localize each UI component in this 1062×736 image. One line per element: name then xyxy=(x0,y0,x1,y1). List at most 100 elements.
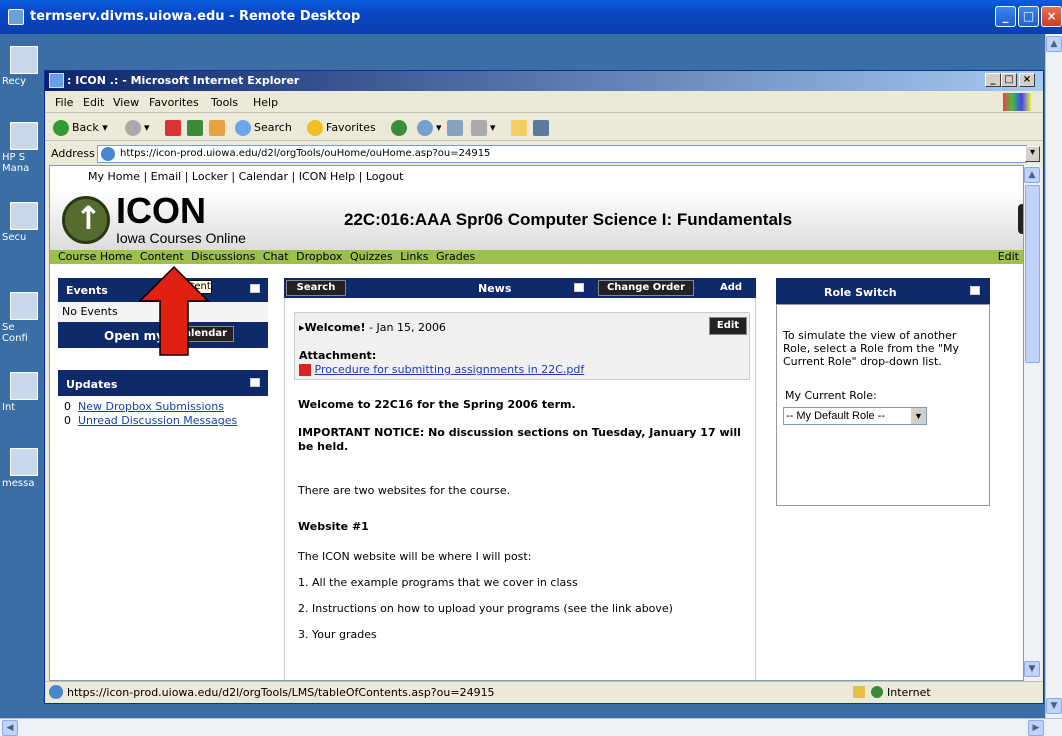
ie-minimize-button[interactable]: _ xyxy=(985,73,1001,87)
edit-button[interactable] xyxy=(511,120,530,136)
change-order-button[interactable]: Change Order xyxy=(598,280,694,296)
news-minimize-icon[interactable] xyxy=(574,283,584,292)
search-label: Search xyxy=(254,121,292,134)
desktop-icon-label: messa xyxy=(2,478,35,489)
desktop-icon-messenger[interactable]: messa xyxy=(2,448,42,489)
forward-button[interactable]: ▾ xyxy=(125,120,150,136)
course-title: 22C:016:AAA Spr06 Computer Science I: Fu… xyxy=(344,210,793,229)
news-item-date: - Jan 15, 2006 xyxy=(369,321,446,334)
messenger-icon xyxy=(533,120,549,136)
close-button[interactable]: × xyxy=(1041,6,1062,27)
ie-vertical-scrollbar[interactable]: ▲ ▼ xyxy=(1024,165,1041,681)
role-select[interactable]: -- My Default Role -- ▼ xyxy=(783,407,927,425)
maximize-button[interactable]: □ xyxy=(1018,6,1039,27)
menu-edit[interactable]: Edit xyxy=(83,96,104,109)
scroll-up-icon[interactable]: ▲ xyxy=(1024,167,1040,183)
menu-view[interactable]: View xyxy=(113,96,139,109)
menu-favorites[interactable]: Favorites xyxy=(149,96,199,109)
favorites-label: Favorites xyxy=(326,121,376,134)
remote-desktop-horizontal-scrollbar[interactable]: ◀ ▶ xyxy=(0,718,1062,736)
new-dropbox-link[interactable]: New Dropbox Submissions xyxy=(78,400,224,413)
scroll-thumb[interactable] xyxy=(1025,185,1040,363)
stop-icon xyxy=(165,120,181,136)
ie-close-button[interactable]: × xyxy=(1019,73,1035,87)
news-edit-button[interactable]: Edit xyxy=(709,317,747,335)
media-button[interactable] xyxy=(391,120,410,136)
nav-links[interactable]: Links xyxy=(400,250,428,263)
remote-desktop-titlebar[interactable]: termserv.divms.uiowa.edu - Remote Deskto… xyxy=(0,0,1062,34)
role-description: To simulate the view of another Role, se… xyxy=(783,329,960,368)
role-minimize-icon[interactable] xyxy=(970,286,980,295)
back-label: Back xyxy=(72,121,99,134)
news-p6: 1. All the example programs that we cove… xyxy=(298,576,578,589)
icon-logo-icon xyxy=(62,196,110,244)
role-label: My Current Role: xyxy=(785,389,877,402)
add-button[interactable]: Add xyxy=(720,282,742,293)
scroll-left-icon[interactable]: ◀ xyxy=(2,720,18,736)
scroll-down-icon[interactable]: ▼ xyxy=(1024,661,1040,677)
favorites-button[interactable]: Favorites xyxy=(307,120,376,136)
pdf-icon xyxy=(299,364,311,376)
scroll-up-icon[interactable]: ▲ xyxy=(1046,36,1062,52)
top-links[interactable]: My Home | Email | Locker | Calendar | IC… xyxy=(88,170,404,183)
news-p8: 3. Your grades xyxy=(298,628,377,641)
attachment-link[interactable]: Procedure for submitting assignments in … xyxy=(315,363,585,376)
news-title: News xyxy=(478,282,512,295)
events-minimize-icon[interactable] xyxy=(250,284,260,293)
search-button[interactable]: Search xyxy=(235,120,292,136)
address-dropdown-icon[interactable]: ▾ xyxy=(1025,146,1040,162)
nav-dropbox[interactable]: Dropbox xyxy=(296,250,342,263)
news-p2: IMPORTANT NOTICE: No discussion sections… xyxy=(298,426,741,453)
shortcut-icon xyxy=(10,292,38,320)
remote-desktop-vertical-scrollbar[interactable]: ▲ ▼ xyxy=(1045,34,1062,718)
home-button[interactable] xyxy=(209,120,228,136)
messenger-button[interactable] xyxy=(533,120,552,136)
stop-button[interactable] xyxy=(165,120,184,136)
desktop-icon-label: Recy xyxy=(2,76,27,87)
refresh-button[interactable] xyxy=(187,120,206,136)
address-input[interactable]: https://icon-prod.uiowa.edu/d2l/orgTools… xyxy=(97,145,1027,163)
menu-file[interactable]: File xyxy=(55,96,73,109)
back-button[interactable]: Back ▾ xyxy=(53,120,108,136)
shortcut-icon xyxy=(10,122,38,150)
nav-content[interactable]: Content xyxy=(140,250,184,263)
chevron-down-icon[interactable]: ▼ xyxy=(911,408,926,424)
news-header: Search News Change Order Add xyxy=(284,278,756,298)
logo-text: ICON xyxy=(116,190,206,231)
unread-discussion-link[interactable]: Unread Discussion Messages xyxy=(78,414,237,427)
news-item-title-line: ▸Welcome! - Jan 15, 2006 xyxy=(299,321,446,334)
scroll-down-icon[interactable]: ▼ xyxy=(1046,698,1062,714)
nav-grades[interactable]: Grades xyxy=(436,250,475,263)
desktop-icon-recycle-bin[interactable]: Recy xyxy=(2,46,42,87)
menu-help[interactable]: Help xyxy=(253,96,278,109)
ie-maximize-button[interactable]: □ xyxy=(1001,73,1017,87)
updates-minimize-icon[interactable] xyxy=(250,378,260,387)
nav-chat[interactable]: Chat xyxy=(263,250,289,263)
status-zone: Internet xyxy=(887,686,931,699)
desktop-icon-hp[interactable]: HP S Mana xyxy=(2,122,42,174)
history-button[interactable]: ▾ xyxy=(417,120,442,136)
news-search-button[interactable]: Search xyxy=(286,280,346,296)
menu-tools[interactable]: Tools xyxy=(211,96,238,109)
desktop-icon-internet[interactable]: Int xyxy=(2,372,42,413)
print-button[interactable]: ▾ xyxy=(471,120,496,136)
minimize-button[interactable]: _ xyxy=(995,6,1016,27)
ie-titlebar[interactable]: : ICON .: - Microsoft Internet Explorer … xyxy=(45,71,1043,91)
mail-button[interactable] xyxy=(447,120,466,136)
updates-title: Updates xyxy=(66,378,118,391)
scroll-right-icon[interactable]: ▶ xyxy=(1028,720,1044,736)
logo-subtitle: Iowa Courses Online xyxy=(116,230,246,246)
role-switch-title: Role Switch xyxy=(824,286,897,299)
list-item: 0 Unread Discussion Messages xyxy=(64,414,262,428)
desktop-icon-security[interactable]: Secu xyxy=(2,202,42,243)
edit-icon xyxy=(511,120,527,136)
role-select-value: -- My Default Role -- xyxy=(786,410,886,422)
nav-edit[interactable]: Edit xyxy=(998,250,1019,263)
nav-course-home[interactable]: Course Home xyxy=(58,250,132,263)
nav-discussions[interactable]: Discussions xyxy=(191,250,255,263)
ie-menubar: File Edit View Favorites Tools Help xyxy=(45,91,1043,113)
annotation-arrow-icon xyxy=(138,265,210,356)
nav-quizzes[interactable]: Quizzes xyxy=(350,250,393,263)
news-p3: There are two websites for the course. xyxy=(298,484,511,497)
desktop-icon-config[interactable]: Se Confi xyxy=(2,292,42,344)
